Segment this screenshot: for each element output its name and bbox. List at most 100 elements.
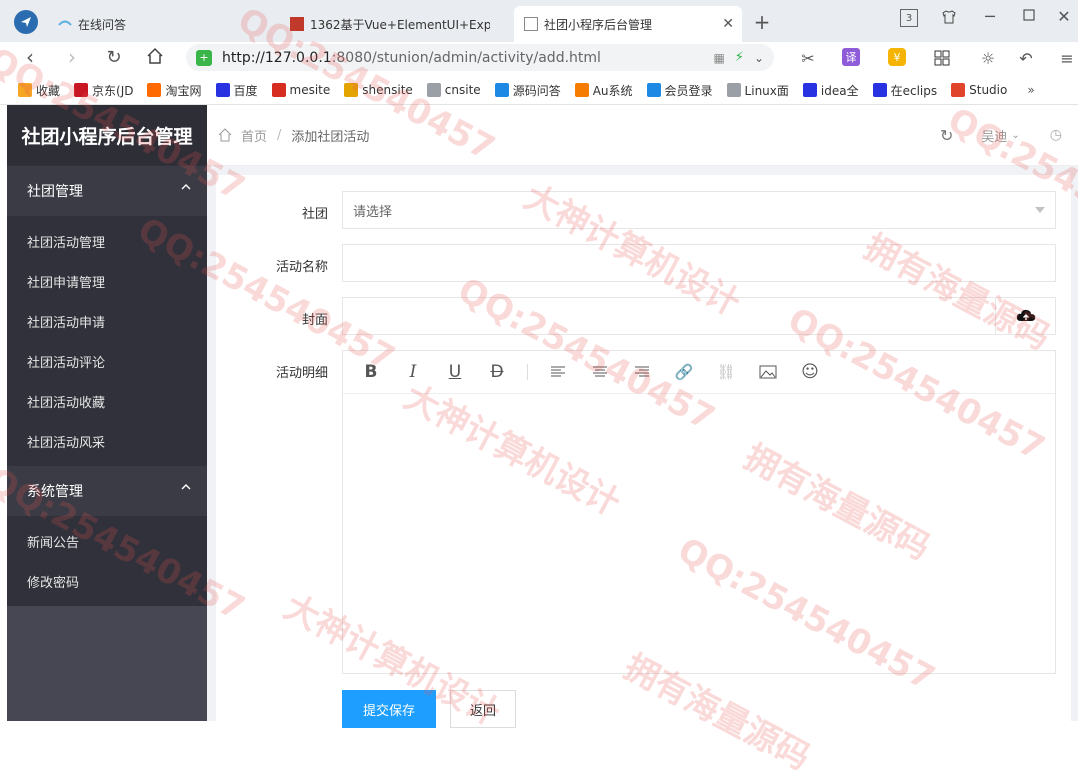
sidebar-group-club[interactable]: 社团管理: [7, 166, 207, 216]
sidebar-item-club-1[interactable]: 社团申请管理: [7, 261, 207, 301]
minimize-icon[interactable]: ─: [982, 6, 998, 26]
italic-icon[interactable]: I: [401, 360, 425, 384]
bookmark-label: Au系统: [592, 83, 633, 98]
bookmark-item[interactable]: mesite: [271, 83, 330, 97]
lightning-icon[interactable]: ⚡: [735, 50, 744, 65]
group-label: 系统管理: [27, 484, 83, 500]
bookmark-label: shensite: [362, 83, 413, 97]
close-window-icon[interactable]: ✕: [1056, 6, 1072, 26]
bookmark-favicon-icon: [494, 83, 509, 97]
undo-icon[interactable]: ↶: [1016, 48, 1036, 68]
bookmark-item[interactable]: Au系统: [574, 82, 633, 99]
bookmark-favicon-icon: [344, 83, 359, 97]
bookmark-item[interactable]: 京东(JD: [74, 82, 133, 99]
unlink-icon[interactable]: ⛓: [714, 360, 738, 384]
strikethrough-icon[interactable]: D: [485, 360, 509, 384]
tab-project[interactable]: 1362基于Vue+ElementUI+Exp: [290, 6, 510, 42]
browser-logo-icon[interactable]: [14, 10, 38, 34]
bookmark-favicon-icon: [726, 83, 741, 97]
sidebar-group-system[interactable]: 系统管理: [7, 466, 207, 516]
activity-name-input[interactable]: [342, 244, 1056, 282]
bookmark-item[interactable]: 百度: [215, 82, 258, 99]
menu-icon[interactable]: ≡: [1058, 48, 1076, 68]
back-button[interactable]: 返回: [450, 690, 516, 728]
reload-icon[interactable]: ↻: [104, 47, 124, 68]
bookmark-item[interactable]: 淘宝网: [147, 82, 202, 99]
translate-icon[interactable]: 译: [842, 48, 860, 66]
bookmark-item[interactable]: shensite: [344, 83, 413, 97]
home-icon[interactable]: [145, 46, 165, 66]
brightness-icon[interactable]: ☼: [978, 48, 998, 68]
club-select-value: 请选择: [353, 204, 393, 220]
align-left-icon[interactable]: [546, 360, 570, 384]
bookmark-item[interactable]: 会员登录: [646, 82, 713, 99]
project-favicon-icon: [290, 17, 304, 31]
breadcrumb-home[interactable]: 首页: [241, 126, 267, 145]
bookmark-item[interactable]: 在eclips: [872, 82, 938, 99]
bookmark-label: Linux面: [744, 83, 789, 98]
qr-code-icon[interactable]: ▦: [713, 51, 724, 65]
page-header: 首页 / 添加社团活动 ↻ 吴迪 ⌄ ◷: [207, 105, 1078, 166]
editor-toolbar: B I U D 🔗 ⛓ ☺: [343, 351, 1055, 394]
tab-online-qa[interactable]: 在线问答: [58, 6, 268, 42]
cover-input[interactable]: [342, 297, 996, 335]
clock-icon[interactable]: ◷: [1050, 127, 1062, 143]
sidebar-item-club-3[interactable]: 社团活动评论: [7, 341, 207, 381]
app-brand: 社团小程序后台管理: [7, 105, 207, 165]
club-label: 社团: [301, 207, 328, 222]
bold-icon[interactable]: B: [359, 360, 383, 384]
chevron-down-icon: ⌄: [1011, 129, 1020, 141]
back-icon[interactable]: ‹: [20, 45, 40, 69]
bookmark-item[interactable]: 源码问答: [494, 82, 561, 99]
secure-shield-icon: +: [196, 49, 212, 66]
chevron-up-icon: [181, 484, 191, 490]
bookmark-item[interactable]: cnsite: [426, 83, 481, 97]
tab-admin[interactable]: 社团小程序后台管理 ✕: [514, 6, 742, 42]
sidebar-item-club-0[interactable]: 社团活动管理: [7, 221, 207, 261]
rich-text-editor: B I U D 🔗 ⛓ ☺: [342, 350, 1056, 674]
bookmark-favicon-icon: [646, 83, 661, 97]
sidebar-item-system-0[interactable]: 新闻公告: [7, 521, 207, 561]
submit-save-button[interactable]: 提交保存: [342, 690, 436, 728]
upload-button[interactable]: [995, 297, 1056, 335]
shirt-icon[interactable]: [940, 8, 958, 26]
refresh-icon[interactable]: ↻: [940, 126, 953, 145]
sidebar-item-club-4[interactable]: 社团活动收藏: [7, 381, 207, 421]
underline-icon[interactable]: U: [443, 360, 467, 384]
bookmark-item[interactable]: 收藏: [18, 82, 60, 99]
bookmarks-more-icon[interactable]: »: [1027, 83, 1034, 97]
bookmark-item[interactable]: Linux面: [726, 82, 789, 99]
close-tab-icon[interactable]: ✕: [722, 16, 734, 32]
club-select[interactable]: 请选择: [342, 191, 1056, 229]
emoji-icon[interactable]: ☺: [798, 360, 822, 384]
bookmark-label: 在eclips: [890, 83, 938, 98]
cover-label: 封面: [301, 313, 328, 328]
bookmark-favicon-icon: [18, 83, 32, 97]
bookmark-item[interactable]: Studio: [951, 83, 1007, 97]
sidebar-item-system-1[interactable]: 修改密码: [7, 561, 207, 601]
url-bar[interactable]: + http://127.0.0.1:8080/stunion/admin/ac…: [186, 44, 774, 71]
bookmark-favicon-icon: [271, 83, 286, 97]
scissors-icon[interactable]: ✂: [798, 48, 818, 68]
user-menu[interactable]: 吴迪: [981, 126, 1007, 145]
forward-icon[interactable]: ›: [62, 45, 82, 69]
chevron-down-icon[interactable]: ⌄: [754, 51, 764, 65]
apps-grid-icon[interactable]: [932, 48, 952, 68]
sidebar-item-club-5[interactable]: 社团活动风采: [7, 421, 207, 461]
editor-body[interactable]: [343, 394, 1055, 674]
activity-name-label: 活动名称: [275, 260, 328, 275]
maximize-icon[interactable]: [1022, 8, 1036, 22]
coin-icon[interactable]: ¥: [888, 48, 906, 66]
url-path: :8080/stunion/admin/activity/add.html: [331, 49, 601, 66]
bookmark-favicon-icon: [951, 83, 966, 97]
bookmark-favicon-icon: [802, 83, 817, 97]
image-icon[interactable]: [756, 360, 780, 384]
align-center-icon[interactable]: [588, 360, 612, 384]
align-right-icon[interactable]: [630, 360, 654, 384]
bookmark-item[interactable]: idea全: [802, 82, 859, 99]
sidebar-item-club-2[interactable]: 社团活动申请: [7, 301, 207, 341]
tab-count-badge[interactable]: 3: [900, 9, 918, 27]
link-icon[interactable]: 🔗: [672, 360, 696, 384]
bookmark-label: 源码问答: [512, 83, 561, 98]
new-tab-icon[interactable]: +: [752, 10, 772, 34]
